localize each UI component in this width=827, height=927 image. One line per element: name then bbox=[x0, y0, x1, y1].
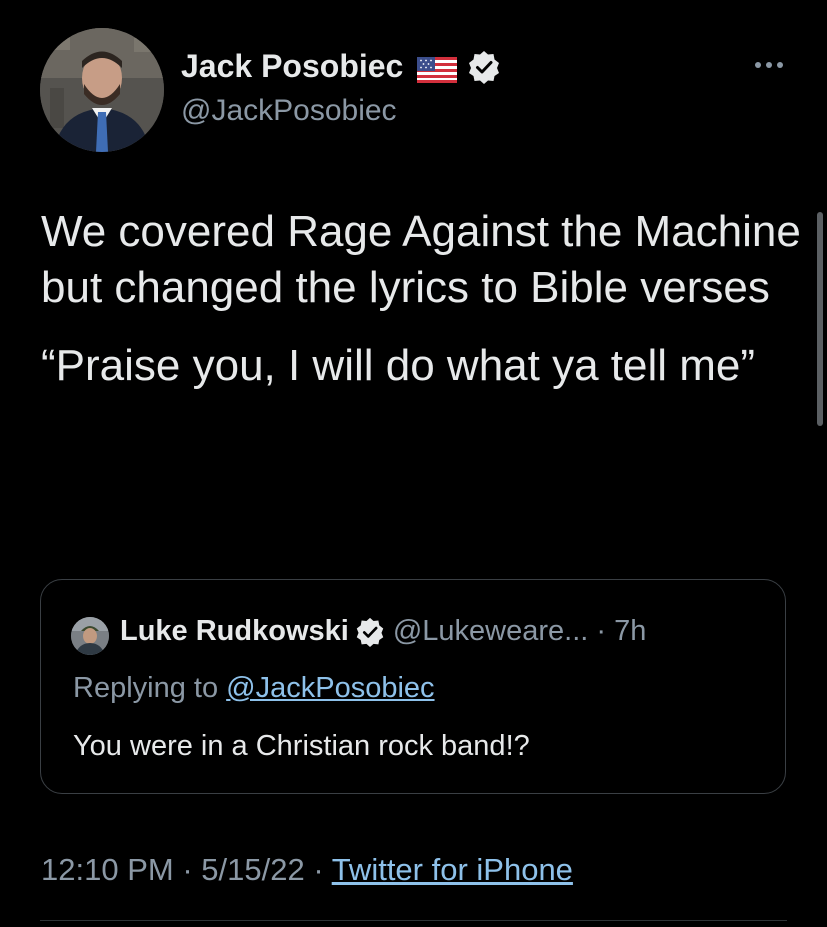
author-name-row[interactable]: Jack Posobiec bbox=[181, 48, 501, 85]
quote-avatar-image bbox=[71, 617, 109, 655]
quote-text: You were in a Christian rock band!? bbox=[73, 730, 530, 762]
verified-badge-icon bbox=[355, 617, 385, 647]
tweet-paragraph: We covered Rage Against the Machine but … bbox=[41, 207, 801, 312]
more-options-icon[interactable] bbox=[750, 55, 788, 75]
author-avatar-image bbox=[40, 28, 164, 152]
quote-author-handle[interactable]: @Lukeweare... bbox=[393, 615, 588, 648]
us-flag-icon bbox=[417, 54, 458, 83]
divider bbox=[40, 920, 787, 921]
author-avatar[interactable] bbox=[40, 28, 164, 152]
tweet-time[interactable]: 12:10 PM bbox=[41, 852, 174, 887]
meta-separator: · bbox=[173, 852, 202, 887]
replying-prefix: Replying to bbox=[73, 672, 227, 704]
author-display-name[interactable]: Jack Posobiec bbox=[181, 48, 403, 85]
verified-badge-icon bbox=[467, 50, 501, 84]
quote-separator: · bbox=[588, 615, 615, 647]
tweet-paragraph: “Praise you, I will do what ya tell me” bbox=[41, 341, 756, 390]
tweet-date[interactable]: 5/15/22 bbox=[201, 852, 304, 887]
tweet-source-link[interactable]: Twitter for iPhone bbox=[332, 852, 573, 887]
quote-replying-line: Replying to @JackPosobiec bbox=[73, 672, 435, 705]
quote-author-name[interactable]: Luke Rudkowski bbox=[120, 615, 349, 648]
quote-timestamp[interactable]: 7h bbox=[614, 615, 646, 648]
replying-to-link[interactable]: @JackPosobiec bbox=[226, 672, 434, 704]
quote-header: Luke Rudkowski @Lukeweare... · 7h bbox=[120, 615, 646, 648]
tweet-meta: 12:10 PM · 5/15/22 · Twitter for iPhone bbox=[41, 852, 573, 888]
author-handle[interactable]: @JackPosobiec bbox=[181, 94, 397, 128]
quoted-tweet[interactable]: Luke Rudkowski @Lukeweare... · 7h Replyi… bbox=[40, 579, 786, 794]
quote-author-avatar[interactable] bbox=[71, 617, 109, 655]
scrollbar[interactable] bbox=[817, 212, 823, 426]
meta-separator: · bbox=[304, 852, 332, 887]
tweet-text: We covered Rage Against the Machine but … bbox=[41, 204, 801, 416]
